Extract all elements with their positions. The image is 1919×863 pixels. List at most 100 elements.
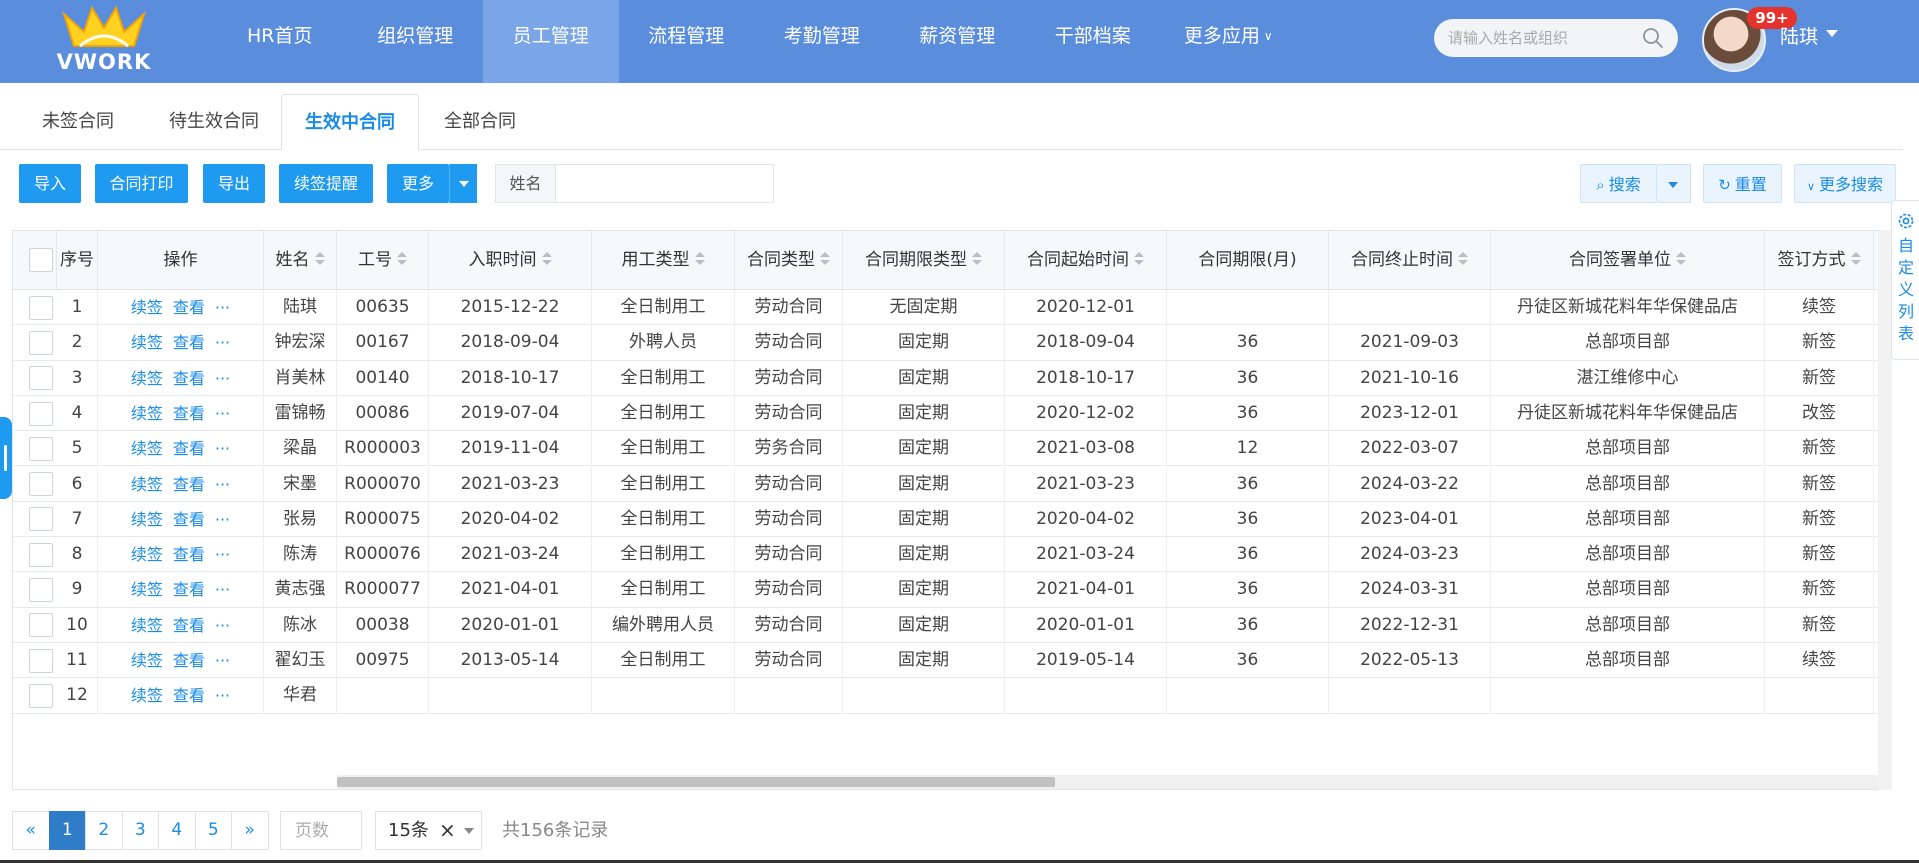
clear-icon[interactable]: × xyxy=(439,812,456,849)
view-link[interactable]: 查看 xyxy=(173,580,205,599)
row-checkbox[interactable] xyxy=(29,507,53,532)
table-row[interactable]: 1 续签 查看 ··· 陆琪 00635 2015-12-22 全日制用工 劳动合同 无固定期 20… xyxy=(13,290,1890,326)
renew-reminder-button[interactable]: 续签提醒 xyxy=(279,164,373,203)
page-size-select[interactable]: 15条 × xyxy=(375,811,482,850)
sort-icon[interactable] xyxy=(397,252,407,266)
nav-item-2[interactable]: 员工管理 xyxy=(483,0,619,83)
page-number-input[interactable] xyxy=(280,811,362,850)
contract-print-button[interactable]: 合同打印 xyxy=(95,164,188,203)
user-menu-caret-icon[interactable] xyxy=(1826,30,1838,37)
tab-all[interactable]: 全部合同 xyxy=(424,94,536,150)
renew-link[interactable]: 续签 xyxy=(131,545,163,564)
nav-item-1[interactable]: 组织管理 xyxy=(348,0,484,83)
view-link[interactable]: 查看 xyxy=(173,298,205,317)
prev-page-button[interactable]: « xyxy=(12,811,50,850)
table-row[interactable]: 5 续签 查看 ··· 梁晶 R000003 2019-11-04 全日制用工 劳务合同 固定期 2… xyxy=(13,431,1890,467)
view-link[interactable]: 查看 xyxy=(173,404,205,423)
more-actions-caret-icon[interactable] xyxy=(449,164,477,203)
import-button[interactable]: 导入 xyxy=(19,164,81,203)
view-link[interactable]: 查看 xyxy=(173,686,205,705)
view-link[interactable]: 查看 xyxy=(173,545,205,564)
more-actions-icon[interactable]: ··· xyxy=(215,475,230,494)
column-header[interactable]: 用工类型 xyxy=(592,231,735,289)
renew-link[interactable]: 续签 xyxy=(131,580,163,599)
more-actions-icon[interactable]: ··· xyxy=(215,651,230,670)
renew-link[interactable]: 续签 xyxy=(131,404,163,423)
table-row[interactable]: 10 续签 查看 ··· 陈冰 00038 2020-01-01 编外聘用人员 劳动合同 固定期 2… xyxy=(13,607,1890,643)
row-checkbox[interactable] xyxy=(29,683,53,708)
more-actions-icon[interactable]: ··· xyxy=(215,369,230,388)
chevron-down-icon[interactable] xyxy=(464,828,474,834)
renew-link[interactable]: 续签 xyxy=(131,686,163,705)
row-checkbox[interactable] xyxy=(29,648,53,673)
page-2-button[interactable]: 2 xyxy=(85,811,123,850)
table-row[interactable]: 11 续签 查看 ··· 翟幻玉 00975 2013-05-14 全日制用工 劳动合同 固定期 2… xyxy=(13,643,1890,679)
page-5-button[interactable]: 5 xyxy=(194,811,232,850)
column-header[interactable]: 签订方式 xyxy=(1765,231,1874,289)
nav-item-0[interactable]: HR首页 xyxy=(212,0,348,83)
horizontal-scrollbar-thumb[interactable] xyxy=(337,777,1055,787)
renew-link[interactable]: 续签 xyxy=(131,651,163,670)
renew-link[interactable]: 续签 xyxy=(131,510,163,529)
sort-icon[interactable] xyxy=(1676,252,1686,266)
table-row[interactable]: 7 续签 查看 ··· 张易 R000075 2020-04-02 全日制用工 劳动合同 固定期 2… xyxy=(13,501,1890,538)
row-checkbox[interactable] xyxy=(29,436,53,461)
nav-item-7[interactable]: 更多应用 ∨ xyxy=(1161,0,1297,83)
row-checkbox[interactable] xyxy=(29,613,53,638)
row-checkbox[interactable] xyxy=(29,366,53,391)
renew-link[interactable]: 续签 xyxy=(131,616,163,635)
horizontal-scrollbar[interactable] xyxy=(337,775,1890,789)
more-actions-icon[interactable]: ··· xyxy=(215,545,230,564)
row-checkbox[interactable] xyxy=(29,295,53,320)
nav-item-3[interactable]: 流程管理 xyxy=(619,0,755,83)
global-search[interactable] xyxy=(1434,19,1678,57)
vwork-logo[interactable]: VWORK xyxy=(54,6,154,74)
row-checkbox[interactable] xyxy=(29,401,53,426)
column-header[interactable]: 合同起始时间 xyxy=(1005,231,1167,289)
renew-link[interactable]: 续签 xyxy=(131,369,163,388)
more-actions-icon[interactable]: ··· xyxy=(215,333,230,352)
sort-icon[interactable] xyxy=(541,252,552,266)
row-checkbox[interactable] xyxy=(29,542,53,567)
view-link[interactable]: 查看 xyxy=(173,439,205,458)
more-actions-icon[interactable]: ··· xyxy=(215,580,230,599)
global-search-input[interactable] xyxy=(1448,19,1638,57)
renew-link[interactable]: 续签 xyxy=(131,439,163,458)
next-page-button[interactable]: » xyxy=(231,811,269,850)
page-1-button[interactable]: 1 xyxy=(48,811,86,850)
column-header[interactable]: 姓名 xyxy=(264,231,337,289)
search-icon[interactable] xyxy=(1642,27,1664,49)
view-link[interactable]: 查看 xyxy=(173,475,205,494)
renew-link[interactable]: 续签 xyxy=(131,298,163,317)
view-link[interactable]: 查看 xyxy=(173,333,205,352)
tab-active[interactable]: 生效中合同 xyxy=(281,94,419,151)
row-checkbox[interactable] xyxy=(29,472,53,497)
sort-icon[interactable] xyxy=(1850,252,1861,266)
column-header[interactable]: 合同签署单位 xyxy=(1491,231,1765,289)
sort-icon[interactable] xyxy=(694,252,705,266)
column-header[interactable]: 入职时间 xyxy=(429,231,592,289)
name-filter-input[interactable] xyxy=(556,164,774,203)
table-row[interactable]: 12 续签 查看 ··· 华君 xyxy=(13,678,1890,714)
view-link[interactable]: 查看 xyxy=(173,651,205,670)
user-name[interactable]: 陆琪 xyxy=(1780,22,1818,49)
export-button[interactable]: 导出 xyxy=(203,164,265,203)
view-link[interactable]: 查看 xyxy=(173,510,205,529)
more-actions-icon[interactable]: ··· xyxy=(215,298,230,317)
page-4-button[interactable]: 4 xyxy=(158,811,196,850)
sort-icon[interactable] xyxy=(1134,252,1144,266)
reset-button[interactable]: ↻ 重置 xyxy=(1703,164,1782,203)
row-checkbox[interactable] xyxy=(29,330,53,355)
sort-icon[interactable] xyxy=(972,252,982,266)
renew-link[interactable]: 续签 xyxy=(131,333,163,352)
more-actions-icon[interactable]: ··· xyxy=(215,616,230,635)
table-row[interactable]: 4 续签 查看 ··· 雷锦畅 00086 2019-07-04 全日制用工 劳动合同 固定期 20… xyxy=(13,395,1890,432)
row-checkbox[interactable] xyxy=(29,578,53,603)
view-link[interactable]: 查看 xyxy=(173,369,205,388)
table-row[interactable]: 6 续签 查看 ··· 宋墨 R000070 2021-03-23 全日制用工 劳动合同 固定期 2… xyxy=(13,466,1890,502)
vertical-scrollbar[interactable] xyxy=(1878,230,1892,790)
tab-pending[interactable]: 待生效合同 xyxy=(146,94,282,150)
renew-link[interactable]: 续签 xyxy=(131,475,163,494)
table-row[interactable]: 9 续签 查看 ··· 黄志强 R000077 2021-04-01 全日制用工 劳动合同 固定期… xyxy=(13,572,1890,608)
search-options-caret-icon[interactable] xyxy=(1657,164,1691,203)
